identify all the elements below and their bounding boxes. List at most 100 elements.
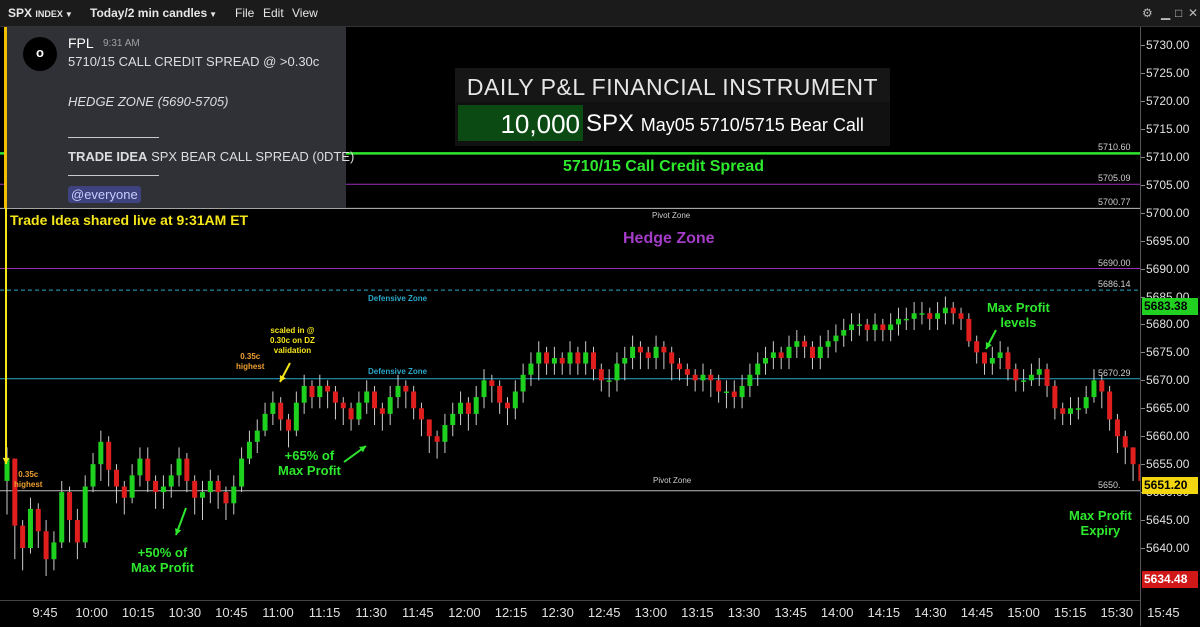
candle — [794, 330, 800, 358]
profit-65-arrow-icon — [343, 445, 367, 463]
candle — [90, 452, 96, 493]
price-tick-label: 5675.00 — [1146, 345, 1190, 360]
time-tick-label: 14:30 — [914, 605, 947, 620]
gear-icon[interactable]: ⚙ — [1142, 6, 1153, 20]
avatar: o — [23, 37, 57, 71]
menu-file[interactable]: File — [235, 6, 254, 20]
timeframe-selector[interactable]: Today/2 min candles ▼ — [90, 6, 217, 20]
maximize-icon[interactable]: □ — [1175, 6, 1182, 20]
price-tick-label: 5705.00 — [1146, 177, 1190, 192]
price-tick-mark — [1141, 380, 1145, 382]
price-tick-label: 5695.00 — [1146, 233, 1190, 248]
candle — [184, 452, 190, 493]
candle — [43, 520, 49, 576]
candle — [591, 346, 596, 381]
candle — [207, 469, 213, 504]
message-mention[interactable]: @everyone — [68, 186, 141, 203]
candle — [677, 357, 683, 381]
candle — [669, 346, 675, 381]
candle — [888, 313, 894, 342]
time-tick-label: 12:15 — [494, 605, 528, 620]
symbol-selector[interactable]: SPX INDEX ▼ — [8, 6, 73, 20]
candle — [286, 413, 292, 448]
candle — [465, 397, 471, 431]
candle — [309, 380, 315, 409]
candle — [74, 508, 80, 560]
pnl-quantity: 10,000 — [458, 105, 583, 141]
price-tick-label: 5640.00 — [1146, 541, 1190, 555]
candle — [418, 402, 424, 437]
candle — [974, 335, 980, 364]
candle — [661, 341, 667, 370]
candle — [1005, 346, 1011, 381]
level-label-defensive-mid: 5670.29 — [1098, 367, 1131, 378]
last-price-tag: 5651.20 — [1142, 477, 1198, 495]
candle — [153, 475, 159, 509]
chevron-down-icon: ▼ — [64, 10, 73, 19]
message-separator-1: ——————— — [68, 129, 159, 144]
candle — [1075, 397, 1081, 420]
candle — [20, 520, 26, 571]
menu-view[interactable]: View — [292, 6, 318, 20]
candle — [778, 346, 784, 370]
candle — [35, 503, 41, 548]
level-label-hedge-top: 5705.09 — [1098, 173, 1131, 184]
candle — [966, 313, 972, 347]
candle — [536, 341, 542, 381]
candle — [67, 486, 73, 543]
price-tick-mark — [1141, 408, 1145, 410]
close-icon[interactable]: ✕ — [1188, 6, 1198, 20]
candle — [1013, 363, 1019, 392]
candle — [293, 391, 299, 437]
candle — [1083, 385, 1089, 414]
candle — [833, 324, 839, 353]
time-tick-label: 9:45 — [32, 605, 58, 620]
candle — [121, 480, 127, 515]
pivot-zone-top-label: Pivot Zone — [652, 211, 691, 220]
candle — [129, 464, 135, 504]
menu-edit[interactable]: Edit — [263, 6, 284, 20]
price-tick-label: 5655.00 — [1146, 457, 1190, 472]
candle — [958, 307, 964, 331]
hedge-zone-annotation: Hedge Zone — [623, 230, 715, 247]
candle — [935, 302, 941, 331]
price-tick-label: 5725.00 — [1146, 65, 1190, 80]
candle — [215, 475, 221, 509]
level-label-credit: 5710.60 — [1098, 142, 1131, 153]
candle — [278, 397, 284, 431]
minimize-icon[interactable]: ▁ — [1161, 6, 1170, 20]
candle — [137, 447, 143, 487]
candle — [708, 369, 714, 398]
candle — [684, 363, 690, 386]
candle — [325, 380, 331, 409]
candle — [403, 380, 409, 409]
candle — [692, 369, 698, 392]
candle — [802, 335, 808, 358]
candle — [426, 419, 432, 453]
price-tick-mark — [1141, 436, 1145, 438]
candle — [770, 341, 776, 370]
pnl-panel: DAILY P&L FINANCIAL INSTRUMENT 10,000 SP… — [455, 68, 890, 146]
candle — [903, 307, 909, 331]
candle — [598, 363, 604, 392]
time-tick-label: 10:00 — [75, 605, 108, 620]
candle — [809, 341, 815, 370]
time-tick-label: 13:00 — [634, 605, 668, 620]
pnl-instrument: SPX May05 5710/5715 Bear Call — [586, 110, 864, 137]
candle — [356, 391, 362, 426]
candle — [942, 296, 948, 325]
time-tick-label: 12:45 — [587, 605, 621, 620]
top-toolbar: SPX INDEX ▼ Today/2 min candles ▼ File Edi… — [0, 0, 1200, 27]
candle — [606, 369, 612, 398]
price-tick-mark — [1141, 352, 1145, 354]
candle — [473, 385, 479, 426]
message-separator-2: ——————— — [68, 167, 159, 182]
price-tick-label: 5700.00 — [1146, 205, 1190, 220]
low-price-tag: 5634.48 — [1142, 570, 1198, 588]
candle — [348, 402, 354, 431]
scaled-in-label: scaled in @0.30c on DZ validation — [270, 326, 315, 355]
candle — [51, 531, 57, 571]
time-tick-label: 10:45 — [215, 605, 248, 620]
candle — [192, 475, 198, 515]
candle — [614, 352, 620, 392]
